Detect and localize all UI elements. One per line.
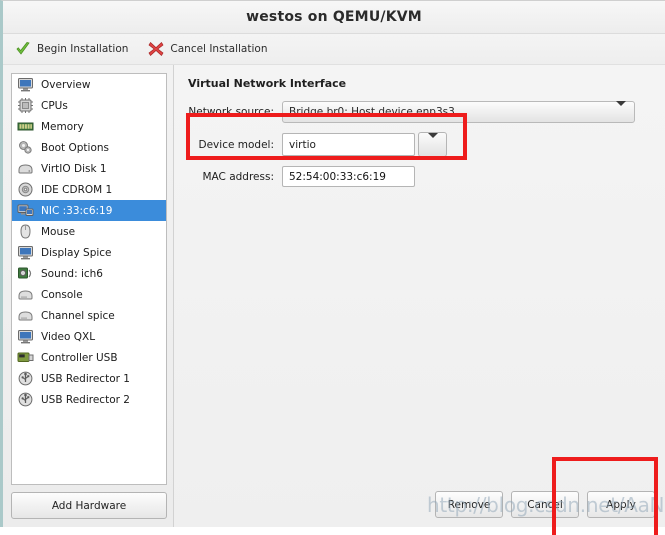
sidebar-item-label: VirtIO Disk 1 [41,162,107,175]
sidebar-item-label: Sound: ich6 [41,267,103,280]
sidebar-item-label: Boot Options [41,141,110,154]
cancel-installation-label: Cancel Installation [170,43,268,55]
sidebar-item-label: Mouse [41,225,76,238]
device-model-dropdown-button[interactable] [418,132,447,157]
begin-installation-button[interactable]: Begin Installation [15,41,128,57]
sidebar-item-sound-ich6[interactable]: Sound: ich6 [12,263,166,284]
sidebar-item-video-qxl[interactable]: Video QXL [12,326,166,347]
sidebar-item-label: Memory [41,120,84,133]
red-x-icon [148,41,164,57]
sidebar-item-display-spice[interactable]: Display Spice [12,242,166,263]
console-icon [17,286,34,303]
toolbar: Begin Installation Cancel Installation [3,34,665,65]
sidebar: Overview CPUs Memory Boot Options VirtIO Di… [3,65,173,527]
sidebar-item-label: Overview [41,78,91,91]
content-area: Overview CPUs Memory Boot Options VirtIO Di… [3,65,665,527]
speaker-icon [17,265,34,282]
mac-address-row: MAC address: 52:54:00:33:c6:19 [184,166,651,187]
add-hardware-button[interactable]: Add Hardware [11,492,167,519]
sidebar-item-label: USB Redirector 2 [41,393,130,406]
sidebar-item-ide-cdrom-1[interactable]: IDE CDROM 1 [12,179,166,200]
sidebar-item-nic-33-c6-19[interactable]: NIC :33:c6:19 [12,200,166,221]
cpu-chip-icon [17,97,34,114]
remove-label: Remove [447,498,491,511]
network-source-value: Bridge br0: Host device enp3s3 [289,106,455,118]
sidebar-item-label: Video QXL [41,330,96,343]
sidebar-item-memory[interactable]: Memory [12,116,166,137]
virt-manager-window: westos on QEMU/KVM Begin Installation Ca… [0,0,665,535]
cancel-label: Cancel [527,498,563,511]
window-title: westos on QEMU/KVM [246,9,422,25]
mac-address-input[interactable]: 52:54:00:33:c6:19 [282,166,415,187]
apply-button[interactable]: Apply [587,491,655,518]
usb-icon [17,370,34,387]
detail-panel: Virtual Network Interface Network source… [173,65,665,527]
sidebar-item-label: IDE CDROM 1 [41,183,113,196]
cancel-installation-button[interactable]: Cancel Installation [148,41,267,57]
mac-address-label: MAC address: [202,170,274,183]
remove-button[interactable]: Remove [435,491,503,518]
sidebar-item-cpus[interactable]: CPUs [12,95,166,116]
sidebar-item-label: Console [41,288,83,301]
mouse-icon [17,223,34,240]
sidebar-item-label: Channel spice [41,309,115,322]
sidebar-item-label: Controller USB [41,351,118,364]
monitor-icon [17,328,34,345]
sidebar-item-label: USB Redirector 1 [41,372,130,385]
section-title: Virtual Network Interface [188,77,347,90]
network-source-label: Network source: [188,106,274,118]
sidebar-item-overview[interactable]: Overview [12,74,166,95]
usb-icon [17,391,34,408]
monitor-icon [17,76,34,93]
hard-disk-icon [17,160,34,177]
sidebar-item-boot-options[interactable]: Boot Options [12,137,166,158]
green-check-icon [15,41,31,57]
sidebar-item-label: NIC :33:c6:19 [41,204,113,217]
sidebar-item-channel-spice[interactable]: Channel spice [12,305,166,326]
sidebar-item-controller-usb[interactable]: Controller USB [12,347,166,368]
chevron-down-icon [427,133,438,151]
begin-installation-label: Begin Installation [37,43,129,55]
mac-address-value: 52:54:00:33:c6:19 [289,170,386,183]
device-model-row: Device model: virtio [184,132,651,157]
button-bar: Remove Cancel Apply [435,491,655,518]
gears-icon [17,139,34,156]
network-source-combobox[interactable]: Bridge br0: Host device enp3s3 [282,101,635,123]
sidebar-item-virtio-disk-1[interactable]: VirtIO Disk 1 [12,158,166,179]
sidebar-item-label: Display Spice [41,246,112,259]
hardware-list[interactable]: Overview CPUs Memory Boot Options VirtIO Di… [11,73,167,485]
monitor-icon [17,244,34,261]
sidebar-item-usb-redirector-2[interactable]: USB Redirector 2 [12,389,166,410]
device-model-input[interactable]: virtio [282,133,415,156]
add-hardware-label: Add Hardware [51,499,127,512]
sidebar-item-console[interactable]: Console [12,284,166,305]
cdrom-disc-icon [17,181,34,198]
network-card-icon [17,202,34,219]
cancel-button[interactable]: Cancel [511,491,579,518]
console-icon [17,307,34,324]
sidebar-item-mouse[interactable]: Mouse [12,221,166,242]
sidebar-item-label: CPUs [41,99,68,112]
apply-label: Apply [606,498,636,511]
sidebar-item-usb-redirector-1[interactable]: USB Redirector 1 [12,368,166,389]
title-bar: westos on QEMU/KVM [3,1,665,34]
device-model-value: virtio [289,138,316,151]
device-model-label: Device model: [198,138,274,151]
controller-card-icon [17,349,34,366]
network-source-row: Network source: Bridge br0: Host device … [184,101,651,123]
chevron-down-icon [616,101,626,118]
memory-stick-icon [17,118,34,135]
